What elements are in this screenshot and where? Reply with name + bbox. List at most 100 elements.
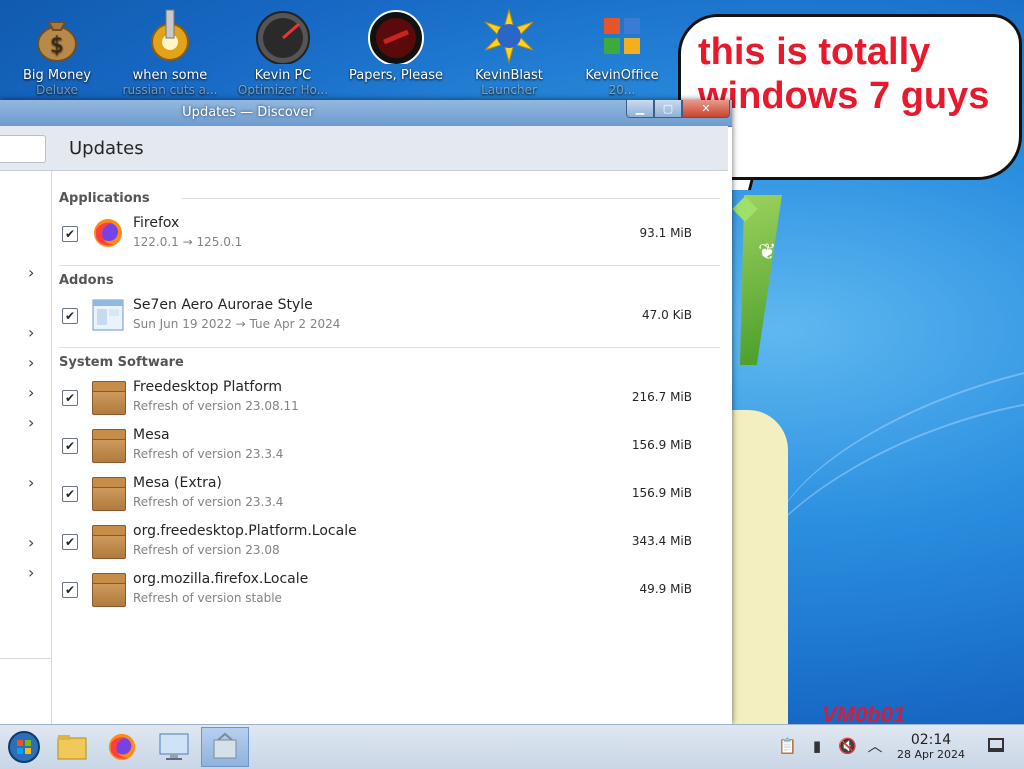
window-controls: ▁ ▢ ✕ [626, 100, 730, 118]
sidebar-chevron-icon[interactable]: › [28, 413, 34, 432]
sidebar-chevron-icon[interactable]: › [28, 473, 34, 492]
page-title: Updates [69, 138, 144, 159]
desktop-icon-kevin-pc[interactable]: Kevin PC Optimizer Ho... [227, 0, 339, 97]
minimize-button[interactable]: ▁ [626, 100, 654, 118]
sidebar-chevron-icon[interactable]: › [28, 563, 34, 582]
package-icon [92, 477, 126, 511]
svg-text:$: $ [50, 33, 64, 58]
gear-icon [142, 8, 198, 64]
package-icon [92, 381, 126, 415]
update-name: Se7en Aero Aurorae Style [133, 297, 313, 313]
sidebar-divider [0, 658, 51, 659]
sidebar-chevron-icon[interactable]: › [28, 353, 34, 372]
aurorae-theme-icon [92, 299, 124, 331]
sidebar-chevron-icon[interactable]: › [28, 533, 34, 552]
desktop-icon-russian[interactable]: when some russian cuts a... [114, 0, 226, 97]
taskbar-discover[interactable] [201, 727, 249, 767]
update-version: Refresh of version 23.08.11 [133, 399, 299, 413]
maximize-button[interactable]: ▢ [654, 100, 682, 118]
clock-time: 02:14 [910, 732, 952, 748]
package-icon [92, 429, 126, 463]
update-size: 156.9 MiB [631, 438, 692, 452]
file-manager-icon [57, 735, 87, 760]
update-checkbox[interactable]: ✔ [62, 390, 78, 406]
update-size: 343.4 MiB [631, 534, 692, 548]
window-titlebar[interactable]: Updates — Discover ▁ ▢ ✕ [0, 100, 732, 127]
update-checkbox[interactable]: ✔ [62, 486, 78, 502]
sidebar-chevron-icon[interactable]: › [28, 383, 34, 402]
desktop-icon-kevinblast[interactable]: KevinBlast Launcher [453, 0, 565, 97]
volume-muted-icon[interactable]: 🔇 [838, 737, 857, 755]
desktop-icon-papers-please[interactable]: Papers, Please [340, 0, 452, 83]
update-checkbox[interactable]: ✔ [62, 308, 78, 324]
firefox-icon [92, 217, 124, 249]
update-name: Mesa [133, 427, 170, 443]
section-header-addons: Addons [59, 273, 114, 288]
speech-bubble-text: this is totally windows 7 guys [698, 31, 990, 117]
update-row-firefox-locale[interactable]: ✔ org.mozilla.firefox.Locale Refresh of … [52, 567, 728, 615]
desktop-icon-big-money[interactable]: $ Big Money Deluxe [1, 0, 113, 97]
update-version: Refresh of version 23.08 [133, 543, 280, 557]
update-row-freedesktop-platform[interactable]: ✔ Freedesktop Platform Refresh of versio… [52, 375, 728, 423]
desktop-icon-sublabel: Deluxe [36, 83, 78, 97]
window-title: Updates — Discover [182, 105, 314, 120]
section-divider [182, 198, 720, 199]
sidebar-chevron-icon[interactable]: › [28, 263, 34, 282]
update-name: org.mozilla.firefox.Locale [133, 571, 309, 587]
discover-icon [213, 732, 237, 759]
desktop-icon-label: Big Money [22, 68, 91, 83]
update-size: 49.9 MiB [639, 582, 692, 596]
papers-please-icon [368, 8, 424, 66]
system-settings-icon [159, 733, 189, 760]
update-version: Refresh of version stable [133, 591, 282, 605]
start-button[interactable] [0, 727, 48, 767]
update-version: Sun Jun 19 2022 → Tue Apr 2 2024 [133, 317, 341, 331]
desktop-icon-sublabel: Optimizer Ho... [237, 83, 329, 97]
update-size: 216.7 MiB [631, 390, 692, 404]
update-row-mesa[interactable]: ✔ Mesa Refresh of version 23.3.4 156.9 M… [52, 423, 728, 471]
firefox-icon [108, 733, 136, 761]
show-desktop-icon[interactable] [988, 738, 1004, 752]
discover-window: Updates — Discover ▁ ▢ ✕ Updates › › › ›… [0, 100, 732, 724]
update-checkbox[interactable]: ✔ [62, 438, 78, 454]
update-name: Firefox [133, 215, 180, 231]
clock[interactable]: 02:14 28 Apr 2024 [888, 732, 974, 761]
desktop-icon-sublabel: 20... [608, 83, 636, 97]
update-name: Mesa (Extra) [133, 475, 222, 491]
sidebar-chevron-icon[interactable]: › [28, 323, 34, 342]
clock-date: 28 Apr 2024 [896, 748, 965, 761]
package-icon [92, 573, 126, 607]
update-size: 47.0 KiB [642, 308, 692, 322]
update-row-aurorae[interactable]: ✔ Se7en Aero Aurorae Style Sun Jun 19 20… [52, 293, 728, 341]
update-size: 156.9 MiB [631, 486, 692, 500]
update-checkbox[interactable]: ✔ [62, 226, 78, 242]
desktop-icon-kevinoffice[interactable]: KevinOffice 20... [566, 0, 678, 97]
chevron-up-icon[interactable]: ︿ [866, 737, 884, 755]
taskbar-system-settings[interactable] [150, 727, 198, 767]
update-row-firefox[interactable]: ✔ Firefox 122.0.1 → 125.0.1 93.1 MiB [52, 211, 728, 259]
search-input[interactable] [0, 135, 46, 163]
wallpaper-beach [728, 410, 788, 724]
taskbar-file-manager[interactable] [48, 727, 96, 767]
clipboard-icon[interactable]: 📋 [778, 737, 797, 755]
wallpaper-leaf [740, 195, 782, 365]
taskbar-firefox[interactable] [98, 727, 146, 767]
blast-launcher-icon [481, 8, 537, 64]
desktop-icon-label: KevinBlast [475, 68, 543, 83]
speedometer-icon [255, 8, 311, 65]
section-divider [59, 265, 720, 266]
update-checkbox[interactable]: ✔ [62, 534, 78, 550]
update-checkbox[interactable]: ✔ [62, 582, 78, 598]
desktop-icon-label: when some [132, 68, 208, 83]
desktop-icon-sublabel: Launcher [481, 83, 537, 97]
taskbar: 📋 ▮ 🔇 ︿ 02:14 28 Apr 2024 [0, 724, 1024, 769]
battery-icon[interactable]: ▮ [808, 737, 826, 755]
section-divider [59, 347, 720, 348]
close-button[interactable]: ✕ [682, 100, 730, 118]
update-row-mesa-extra[interactable]: ✔ Mesa (Extra) Refresh of version 23.3.4… [52, 471, 728, 519]
update-name: Freedesktop Platform [133, 379, 283, 395]
update-row-freedesktop-locale[interactable]: ✔ org.freedesktop.Platform.Locale Refres… [52, 519, 728, 567]
page-header: Updates [0, 126, 728, 171]
butterfly-icon: ❦ [758, 240, 777, 265]
desktop-icon-label: Kevin PC [254, 68, 312, 83]
